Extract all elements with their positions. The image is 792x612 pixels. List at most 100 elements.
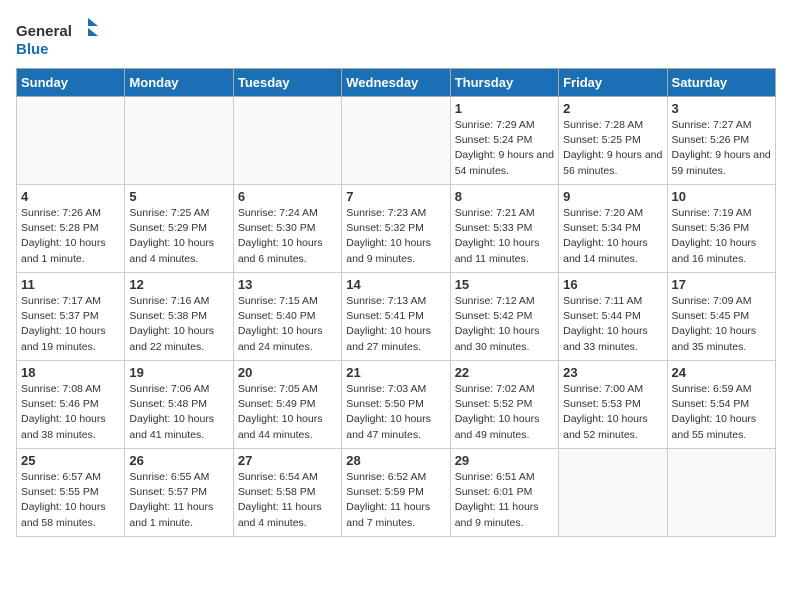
day-cell: 7Sunrise: 7:23 AMSunset: 5:32 PMDaylight… bbox=[342, 185, 450, 273]
day-number: 28 bbox=[346, 453, 445, 468]
day-info: Sunrise: 7:08 AMSunset: 5:46 PMDaylight:… bbox=[21, 382, 120, 443]
day-cell: 2 Sunrise: 7:28 AMSunset: 5:25 PMDaylight… bbox=[559, 97, 667, 185]
logo: General Blue bbox=[16, 16, 106, 60]
day-info: Sunrise: 7:00 AMSunset: 5:53 PMDaylight:… bbox=[563, 382, 662, 443]
day-number: 14 bbox=[346, 277, 445, 292]
day-cell bbox=[559, 449, 667, 537]
day-cell: 10 Sunrise: 7:19 AMSunset: 5:36 PMDayligh… bbox=[667, 185, 775, 273]
header-cell-sunday: Sunday bbox=[17, 69, 125, 97]
day-number: 24 bbox=[672, 365, 771, 380]
day-cell bbox=[667, 449, 775, 537]
day-info: Sunrise: 7:24 AMSunset: 5:30 PMDaylight:… bbox=[238, 206, 337, 267]
week-row-5: 25 Sunrise: 6:57 AMSunset: 5:55 PMDayligh… bbox=[17, 449, 776, 537]
day-info: Sunrise: 6:57 AMSunset: 5:55 PMDaylight:… bbox=[21, 470, 120, 531]
header-cell-monday: Monday bbox=[125, 69, 233, 97]
day-cell: 12 Sunrise: 7:16 AMSunset: 5:38 PMDayligh… bbox=[125, 273, 233, 361]
day-number: 27 bbox=[238, 453, 337, 468]
day-cell: 27 Sunrise: 6:54 AMSunset: 5:58 PMDayligh… bbox=[233, 449, 341, 537]
day-cell: 18Sunrise: 7:08 AMSunset: 5:46 PMDayligh… bbox=[17, 361, 125, 449]
day-number: 19 bbox=[129, 365, 228, 380]
day-info: Sunrise: 7:06 AMSunset: 5:48 PMDaylight:… bbox=[129, 382, 228, 443]
week-row-4: 18Sunrise: 7:08 AMSunset: 5:46 PMDayligh… bbox=[17, 361, 776, 449]
day-number: 12 bbox=[129, 277, 228, 292]
day-number: 29 bbox=[455, 453, 554, 468]
day-number: 1 bbox=[455, 101, 554, 116]
day-number: 6 bbox=[238, 189, 337, 204]
day-cell: 1 Sunrise: 7:29 AMSunset: 5:24 PMDaylight… bbox=[450, 97, 558, 185]
day-cell: 22Sunrise: 7:02 AMSunset: 5:52 PMDayligh… bbox=[450, 361, 558, 449]
day-number: 26 bbox=[129, 453, 228, 468]
day-number: 13 bbox=[238, 277, 337, 292]
day-cell: 25 Sunrise: 6:57 AMSunset: 5:55 PMDayligh… bbox=[17, 449, 125, 537]
day-cell: 11 Sunrise: 7:17 AMSunset: 5:37 PMDayligh… bbox=[17, 273, 125, 361]
day-number: 17 bbox=[672, 277, 771, 292]
header-cell-saturday: Saturday bbox=[667, 69, 775, 97]
day-cell: 15Sunrise: 7:12 AMSunset: 5:42 PMDayligh… bbox=[450, 273, 558, 361]
day-number: 23 bbox=[563, 365, 662, 380]
day-info: Sunrise: 7:20 AMSunset: 5:34 PMDaylight:… bbox=[563, 206, 662, 267]
day-info: Sunrise: 7:15 AMSunset: 5:40 PMDaylight:… bbox=[238, 294, 337, 355]
day-cell: 21 Sunrise: 7:03 AMSunset: 5:50 PMDayligh… bbox=[342, 361, 450, 449]
day-cell: 16 Sunrise: 7:11 AMSunset: 5:44 PMDayligh… bbox=[559, 273, 667, 361]
day-number: 4 bbox=[21, 189, 120, 204]
day-cell: 26 Sunrise: 6:55 AMSunset: 5:57 PMDayligh… bbox=[125, 449, 233, 537]
day-info: Sunrise: 7:23 AMSunset: 5:32 PMDaylight:… bbox=[346, 206, 445, 267]
day-info: Sunrise: 7:17 AMSunset: 5:37 PMDaylight:… bbox=[21, 294, 120, 355]
day-cell: 24 Sunrise: 6:59 AMSunset: 5:54 PMDayligh… bbox=[667, 361, 775, 449]
day-info: Sunrise: 6:54 AMSunset: 5:58 PMDaylight:… bbox=[238, 470, 337, 531]
header-cell-friday: Friday bbox=[559, 69, 667, 97]
day-info: Sunrise: 7:19 AMSunset: 5:36 PMDaylight:… bbox=[672, 206, 771, 267]
day-number: 8 bbox=[455, 189, 554, 204]
day-cell: 19 Sunrise: 7:06 AMSunset: 5:48 PMDayligh… bbox=[125, 361, 233, 449]
day-info: Sunrise: 7:28 AMSunset: 5:25 PMDaylight:… bbox=[563, 118, 662, 179]
svg-text:Blue: Blue bbox=[16, 41, 49, 58]
day-info: Sunrise: 7:26 AMSunset: 5:28 PMDaylight:… bbox=[21, 206, 120, 267]
header-row: SundayMondayTuesdayWednesdayThursdayFrid… bbox=[17, 69, 776, 97]
day-number: 10 bbox=[672, 189, 771, 204]
day-number: 2 bbox=[563, 101, 662, 116]
day-cell: 5Sunrise: 7:25 AMSunset: 5:29 PMDaylight… bbox=[125, 185, 233, 273]
day-cell bbox=[233, 97, 341, 185]
day-cell: 8Sunrise: 7:21 AMSunset: 5:33 PMDaylight… bbox=[450, 185, 558, 273]
day-number: 25 bbox=[21, 453, 120, 468]
day-cell: 9 Sunrise: 7:20 AMSunset: 5:34 PMDaylight… bbox=[559, 185, 667, 273]
day-info: Sunrise: 6:59 AMSunset: 5:54 PMDaylight:… bbox=[672, 382, 771, 443]
day-info: Sunrise: 6:52 AMSunset: 5:59 PMDaylight:… bbox=[346, 470, 445, 531]
logo-icon: General Blue bbox=[16, 16, 106, 60]
day-number: 9 bbox=[563, 189, 662, 204]
day-number: 21 bbox=[346, 365, 445, 380]
week-row-3: 11 Sunrise: 7:17 AMSunset: 5:37 PMDayligh… bbox=[17, 273, 776, 361]
day-info: Sunrise: 7:03 AMSunset: 5:50 PMDaylight:… bbox=[346, 382, 445, 443]
day-cell bbox=[125, 97, 233, 185]
day-info: Sunrise: 7:13 AMSunset: 5:41 PMDaylight:… bbox=[346, 294, 445, 355]
day-cell: 4 Sunrise: 7:26 AMSunset: 5:28 PMDaylight… bbox=[17, 185, 125, 273]
day-info: Sunrise: 7:05 AMSunset: 5:49 PMDaylight:… bbox=[238, 382, 337, 443]
day-info: Sunrise: 7:29 AMSunset: 5:24 PMDaylight:… bbox=[455, 118, 554, 179]
day-cell: 28 Sunrise: 6:52 AMSunset: 5:59 PMDayligh… bbox=[342, 449, 450, 537]
day-info: Sunrise: 7:16 AMSunset: 5:38 PMDaylight:… bbox=[129, 294, 228, 355]
day-cell: 14 Sunrise: 7:13 AMSunset: 5:41 PMDayligh… bbox=[342, 273, 450, 361]
page-header: General Blue bbox=[16, 16, 776, 60]
day-cell bbox=[17, 97, 125, 185]
header-cell-tuesday: Tuesday bbox=[233, 69, 341, 97]
day-number: 11 bbox=[21, 277, 120, 292]
day-info: Sunrise: 6:55 AMSunset: 5:57 PMDaylight:… bbox=[129, 470, 228, 531]
day-number: 3 bbox=[672, 101, 771, 116]
week-row-2: 4 Sunrise: 7:26 AMSunset: 5:28 PMDaylight… bbox=[17, 185, 776, 273]
header-cell-thursday: Thursday bbox=[450, 69, 558, 97]
day-number: 20 bbox=[238, 365, 337, 380]
calendar-table: SundayMondayTuesdayWednesdayThursdayFrid… bbox=[16, 68, 776, 537]
day-number: 16 bbox=[563, 277, 662, 292]
svg-text:General: General bbox=[16, 23, 72, 40]
day-number: 22 bbox=[455, 365, 554, 380]
day-info: Sunrise: 6:51 AMSunset: 6:01 PMDaylight:… bbox=[455, 470, 554, 531]
day-cell bbox=[342, 97, 450, 185]
day-info: Sunrise: 7:27 AMSunset: 5:26 PMDaylight:… bbox=[672, 118, 771, 179]
header-cell-wednesday: Wednesday bbox=[342, 69, 450, 97]
week-row-1: 1 Sunrise: 7:29 AMSunset: 5:24 PMDaylight… bbox=[17, 97, 776, 185]
day-info: Sunrise: 7:25 AMSunset: 5:29 PMDaylight:… bbox=[129, 206, 228, 267]
day-info: Sunrise: 7:12 AMSunset: 5:42 PMDaylight:… bbox=[455, 294, 554, 355]
day-cell: 29 Sunrise: 6:51 AMSunset: 6:01 PMDayligh… bbox=[450, 449, 558, 537]
day-info: Sunrise: 7:11 AMSunset: 5:44 PMDaylight:… bbox=[563, 294, 662, 355]
day-info: Sunrise: 7:09 AMSunset: 5:45 PMDaylight:… bbox=[672, 294, 771, 355]
